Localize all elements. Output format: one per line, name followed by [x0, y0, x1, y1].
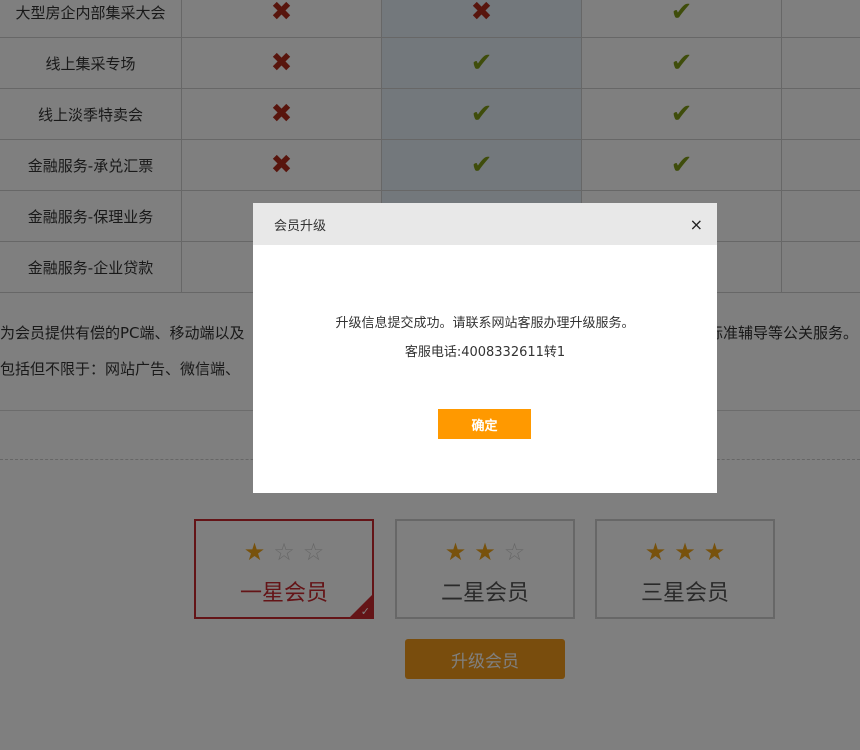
close-icon[interactable]: ×	[690, 215, 703, 234]
modal-header: 会员升级 ×	[253, 203, 717, 245]
modal-phone: 客服电话:4008332611转1	[404, 345, 566, 360]
modal-title: 会员升级	[274, 218, 327, 234]
upgrade-modal: 会员升级 × 升级信息提交成功。请联系网站客服办理升级服务。 客服电话:4008…	[253, 203, 717, 493]
modal-body: 升级信息提交成功。请联系网站客服办理升级服务。 客服电话:4008332611转…	[253, 312, 717, 360]
confirm-button[interactable]: 确定	[438, 409, 531, 439]
modal-message: 升级信息提交成功。请联系网站客服办理升级服务。	[335, 316, 635, 331]
